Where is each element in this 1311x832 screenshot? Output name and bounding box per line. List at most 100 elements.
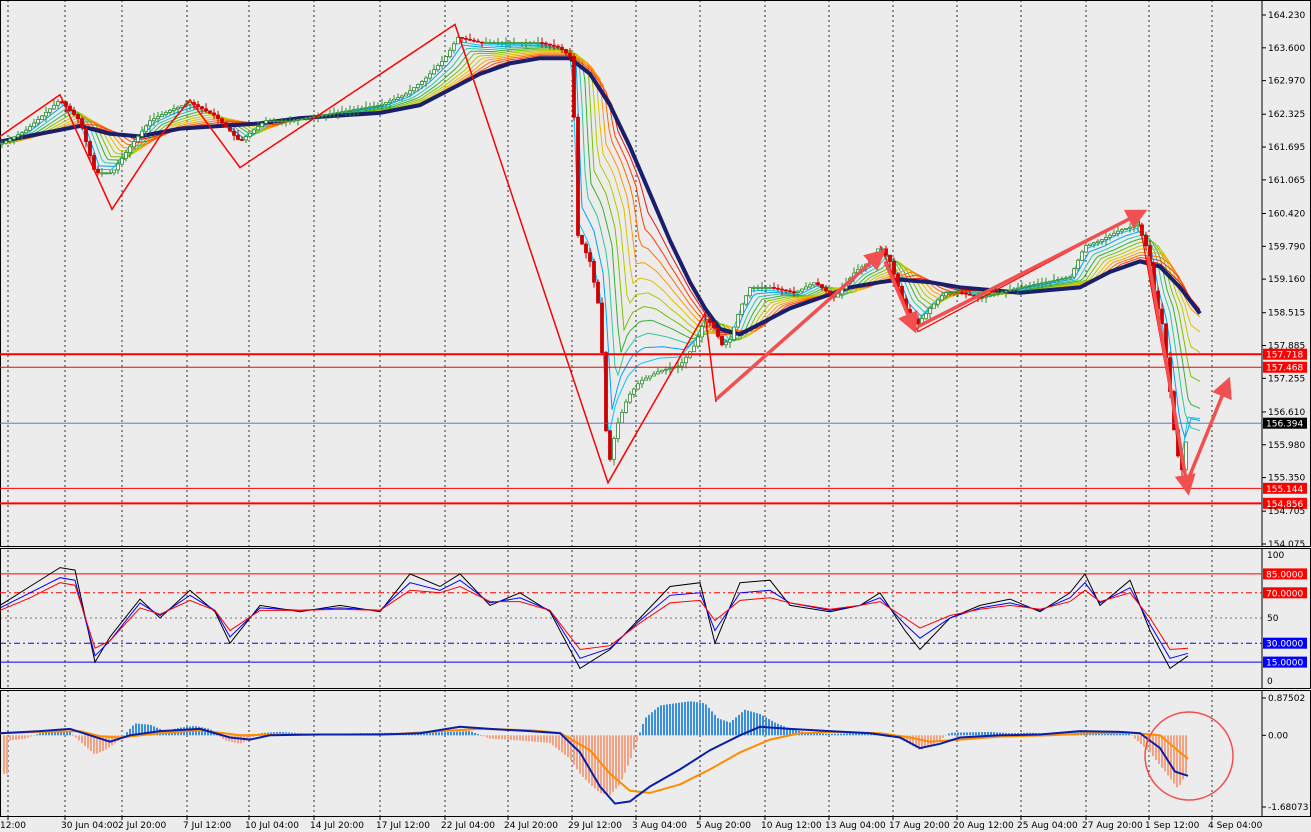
candle-body: [624, 401, 628, 413]
candle-body: [532, 42, 536, 45]
candle-body: [800, 288, 804, 292]
candle-body: [776, 287, 780, 290]
candle-body: [308, 116, 312, 119]
candle-body: [500, 42, 504, 45]
macd-tick-label: 0.00: [1268, 731, 1288, 741]
candle-body: [1108, 234, 1112, 238]
candle-body: [956, 292, 960, 295]
candle-body: [1124, 228, 1128, 230]
trading-chart[interactable]: 157.718157.468155.144154.856156.394 164.…: [0, 0, 1311, 832]
macd-bar: [555, 735, 557, 748]
macd-bar: [762, 715, 764, 736]
macd-bar: [426, 732, 428, 736]
candle-body: [1096, 240, 1100, 244]
time-label: 13 Aug 04:00: [825, 821, 886, 831]
macd-bar: [1155, 735, 1157, 761]
candle-body: [416, 84, 420, 89]
candle-body: [32, 122, 36, 128]
chart-background: [0, 0, 1311, 832]
macd-bar: [24, 735, 26, 739]
candle-body: [700, 326, 704, 338]
candle-body: [280, 120, 284, 123]
macd-bar: [1137, 735, 1139, 742]
candle-body: [136, 135, 140, 142]
time-label: 12:00: [0, 821, 26, 831]
osc-tick-label: 100: [1267, 551, 1284, 561]
candle-body: [196, 104, 200, 108]
macd-bar: [987, 731, 989, 736]
candle-body: [96, 168, 100, 174]
candle-body: [732, 326, 736, 340]
macd-bar: [777, 723, 779, 736]
macd-bar: [495, 735, 497, 740]
candle-body: [816, 282, 820, 285]
candle-body: [8, 138, 12, 142]
candle-body: [1068, 276, 1072, 279]
candle-body: [176, 106, 180, 110]
candle-body: [120, 157, 124, 165]
candle-body: [320, 114, 324, 117]
candle-body: [932, 303, 936, 309]
candle-body: [604, 352, 608, 432]
candle-body: [524, 42, 528, 45]
macd-bar: [672, 703, 674, 736]
macd-bar: [1170, 735, 1172, 780]
candle-body: [968, 293, 972, 296]
price-tick-label: 159.160: [1268, 275, 1305, 285]
candle-body: [408, 90, 412, 95]
candle-body: [216, 114, 220, 120]
macd-bar: [561, 735, 563, 753]
osc-level-label: 15.0000: [1266, 659, 1303, 669]
candle-body: [1136, 224, 1140, 227]
macd-bar: [39, 733, 41, 736]
candle-body: [272, 120, 276, 123]
candle-body: [648, 375, 652, 379]
candle-body: [332, 112, 336, 115]
candle-body: [564, 49, 568, 54]
candle-body: [212, 112, 216, 116]
macd-bar: [519, 735, 521, 741]
candle-body: [1112, 232, 1116, 236]
macd-bar: [819, 733, 821, 736]
candle-body: [1076, 259, 1080, 270]
candle-body: [428, 73, 432, 79]
candle-body: [1080, 251, 1084, 261]
macd-bar: [534, 735, 536, 742]
candle-body: [988, 294, 992, 297]
candle-body: [152, 118, 156, 122]
macd-bar: [669, 704, 671, 736]
candle-body: [104, 172, 108, 175]
macd-bar: [93, 735, 95, 754]
price-tick-label: 155.350: [1268, 474, 1305, 484]
macd-bar: [849, 733, 851, 736]
macd-bar: [606, 735, 608, 795]
macd-bar: [954, 732, 956, 736]
macd-bar: [645, 717, 647, 736]
macd-bar: [780, 725, 782, 736]
macd-bar: [480, 735, 482, 736]
candle-body: [72, 109, 76, 115]
candle-body: [560, 46, 564, 50]
candle-body: [928, 307, 932, 314]
candle-body: [392, 98, 396, 102]
macd-bar: [1122, 733, 1124, 736]
macd-bar: [741, 712, 743, 736]
candle-body: [28, 126, 32, 131]
macd-bar: [30, 735, 32, 737]
time-label: 14 Jul 20:00: [310, 821, 364, 831]
macd-bar: [678, 702, 680, 736]
candle-body: [728, 339, 732, 343]
macd-bar: [720, 719, 722, 736]
macd-bar: [21, 735, 23, 740]
candle-body: [1132, 225, 1136, 228]
macd-bar: [471, 731, 473, 736]
candle-body: [496, 42, 500, 45]
time-label: 7 Jul 12:00: [183, 821, 232, 831]
time-label: 27 Aug 20:00: [1082, 821, 1143, 831]
candle-body: [944, 292, 948, 297]
macd-bar: [756, 713, 758, 736]
macd-bar: [981, 732, 983, 736]
candle-body: [172, 108, 176, 111]
candle-body: [912, 313, 916, 320]
price-tick-label: 162.325: [1268, 110, 1305, 120]
